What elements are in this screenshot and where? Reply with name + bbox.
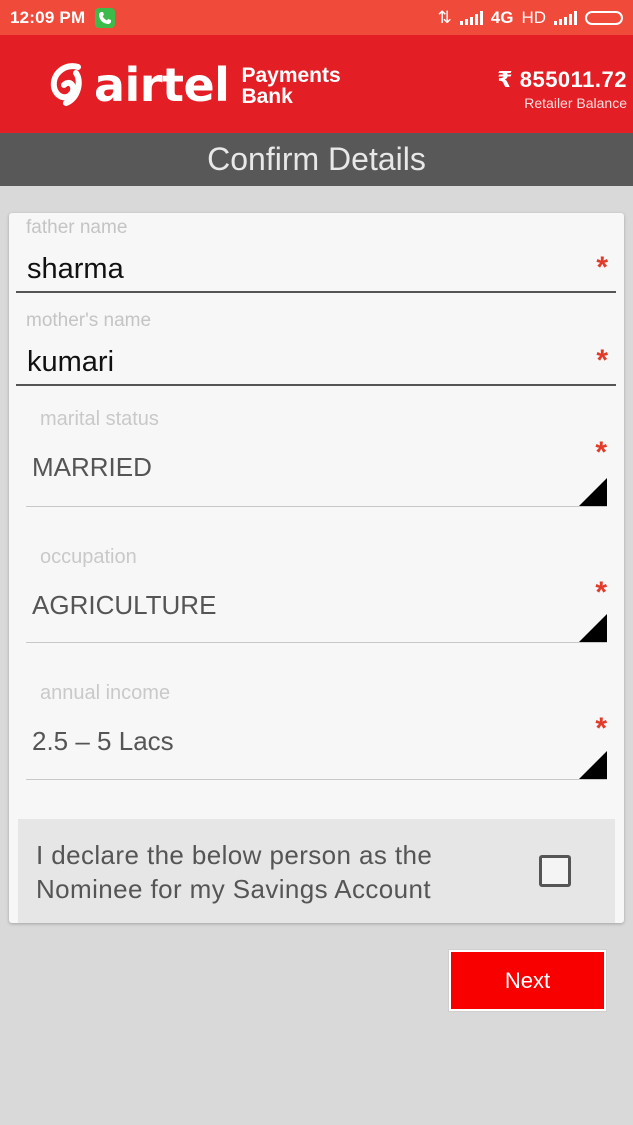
airtel-logo: airtel Payments Bank (48, 61, 341, 109)
marital-status-value[interactable]: MARRIED (32, 452, 152, 483)
marital-status-select[interactable]: marital status MARRIED * (26, 408, 607, 507)
data-transfer-icon: ⇅ (437, 7, 452, 27)
balance-amount: ₹ 855011.72 (497, 67, 627, 92)
call-icon (95, 7, 116, 28)
annual-income-select[interactable]: annual income 2.5 – 5 Lacs * (26, 682, 607, 780)
battery-icon (585, 10, 623, 25)
payments-text: Payments (241, 64, 341, 87)
mother-name-field[interactable]: mother's name kumari * (16, 306, 616, 386)
bank-text: Bank (241, 85, 293, 108)
balance-label: Retailer Balance (524, 95, 627, 111)
nominee-declaration[interactable]: I declare the below person as the Nomine… (18, 819, 615, 923)
nominee-declaration-text: I declare the below person as the Nomine… (36, 838, 432, 906)
required-marker: * (595, 436, 607, 469)
required-marker: * (595, 712, 607, 745)
dropdown-arrow-icon[interactable] (579, 614, 607, 642)
required-marker: * (596, 344, 608, 377)
occupation-value[interactable]: AGRICULTURE (32, 590, 216, 621)
next-button[interactable]: Next (449, 950, 606, 1011)
marital-status-label: marital status (40, 408, 159, 430)
app-header: airtel Payments Bank ₹ 855011.72 Retaile… (0, 35, 633, 133)
payments-bank-label: Payments Bank (241, 65, 340, 107)
signal-icon (459, 10, 483, 25)
page-title: Confirm Details (0, 133, 633, 186)
input-underline (16, 291, 616, 293)
father-name-input[interactable]: sharma (27, 253, 124, 286)
annual-income-label: annual income (40, 682, 171, 704)
status-time: 12:09 PM (10, 7, 86, 27)
status-indicators: ⇅ 4G HD (437, 7, 623, 28)
retailer-balance: ₹ 855011.72 Retailer Balance (497, 67, 627, 111)
nominee-text-line-2: Nominee for my Savings Account (36, 874, 431, 904)
dropdown-arrow-icon[interactable] (579, 478, 607, 506)
select-underline (26, 642, 607, 643)
occupation-label: occupation (40, 546, 137, 568)
signal-icon-2 (554, 10, 577, 25)
brand-name: airtel (94, 58, 230, 112)
network-type: 4G (490, 7, 514, 27)
dropdown-arrow-icon[interactable] (579, 751, 607, 779)
nominee-checkbox[interactable] (539, 855, 571, 887)
select-underline (26, 779, 607, 780)
select-underline (26, 506, 607, 507)
father-name-label: father name (26, 217, 128, 238)
status-bar: 12:09 PM ⇅ 4G HD (0, 0, 633, 35)
required-marker: * (596, 251, 608, 284)
annual-income-value[interactable]: 2.5 – 5 Lacs (32, 726, 174, 757)
mother-name-input[interactable]: kumari (27, 346, 114, 379)
details-form-card: father name sharma * mother's name kumar… (9, 213, 624, 923)
occupation-select[interactable]: occupation AGRICULTURE * (26, 546, 607, 643)
input-underline (16, 384, 616, 386)
hd-indicator: HD (521, 7, 546, 27)
required-marker: * (595, 576, 607, 609)
mother-name-label: mother's name (26, 310, 152, 331)
father-name-field[interactable]: father name sharma * (16, 213, 616, 293)
airtel-swirl-icon (50, 63, 82, 106)
nominee-text-line-1: I declare the below person as the (36, 840, 433, 870)
